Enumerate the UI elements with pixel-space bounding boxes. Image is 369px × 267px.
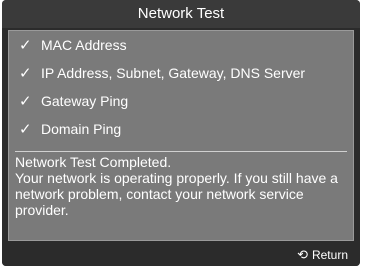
network-test-dialog: Network Test ✓ MAC Address ✓ IP Address,… [2,0,360,266]
status-message: Network Test Completed. Your network is … [15,154,349,218]
checkmark-icon: ✓ [19,121,32,138]
check-item-label: MAC Address [41,37,127,53]
content-panel: ✓ MAC Address ✓ IP Address, Subnet, Gate… [8,30,354,241]
check-item-mac-address: ✓ MAC Address [9,31,353,59]
return-label: Return [311,247,348,262]
return-icon: ⟲ [297,246,308,262]
check-item-label: IP Address, Subnet, Gateway, DNS Server [41,65,306,81]
divider [15,151,347,152]
checkmark-icon: ✓ [19,93,32,110]
footer-bar: ⟲ Return [2,243,360,266]
check-item-label: Domain Ping [41,121,122,137]
check-item-domain-ping: ✓ Domain Ping [9,115,353,143]
return-button[interactable]: ⟲ Return [297,243,348,266]
status-headline: Network Test Completed. [15,154,172,170]
checkmark-icon: ✓ [19,65,32,82]
checkmark-icon: ✓ [19,37,32,54]
check-item-ip-address: ✓ IP Address, Subnet, Gateway, DNS Serve… [9,59,353,87]
dialog-title: Network Test [2,0,360,28]
check-item-gateway-ping: ✓ Gateway Ping [9,87,353,115]
check-item-label: Gateway Ping [41,93,129,109]
status-detail: Your network is operating properly. If y… [15,170,338,218]
check-list: ✓ MAC Address ✓ IP Address, Subnet, Gate… [9,31,353,143]
